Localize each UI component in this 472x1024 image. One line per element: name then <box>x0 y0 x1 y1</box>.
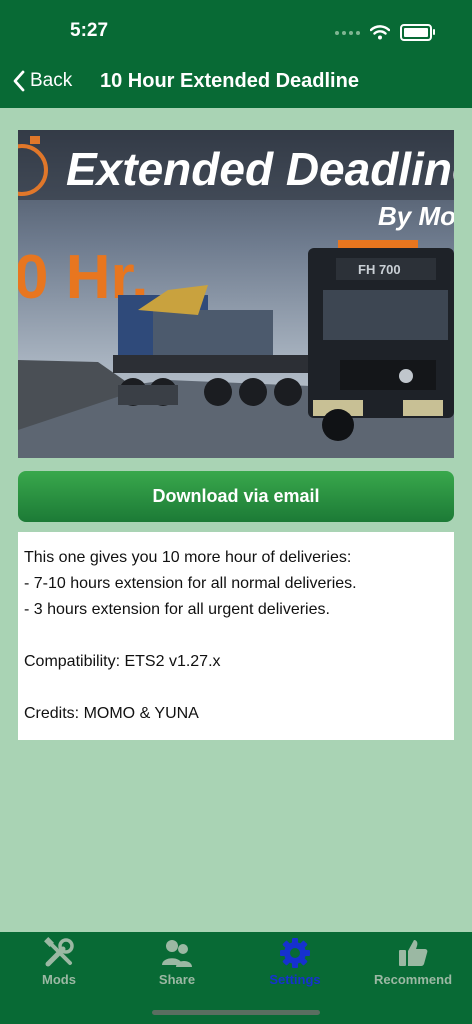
thumbs-up-icon <box>399 940 428 966</box>
back-button[interactable]: Back <box>12 70 72 92</box>
tab-share[interactable]: Share <box>118 936 236 988</box>
status-icons <box>335 24 435 41</box>
tab-label: Recommend <box>373 972 453 987</box>
nav-bar: 5:27 Back 10 Hour Extended Deadline <box>0 0 472 108</box>
tab-label: Share <box>158 972 196 987</box>
cellular-signal-icon <box>335 30 360 35</box>
tab-label: Settings <box>269 972 321 987</box>
tab-settings[interactable]: Settings <box>236 936 354 988</box>
status-time: 5:27 <box>70 20 109 41</box>
tab-label: Mods <box>42 972 76 987</box>
home-indicator <box>152 1010 320 1015</box>
battery-icon <box>400 24 435 41</box>
hero-byline: By Mo <box>378 201 454 231</box>
page-title: 10 Hour Extended Deadline <box>100 70 359 92</box>
download-via-email-button[interactable]: Download via email <box>18 471 454 522</box>
tools-icon <box>44 937 74 967</box>
credits-text: Credits: MOMO & YUNA <box>24 705 199 722</box>
truck-plate: FH 700 <box>358 262 401 277</box>
users-icon <box>162 940 192 967</box>
tab-recommend[interactable]: Recommend <box>354 936 472 988</box>
chevron-left-icon <box>13 70 25 92</box>
hero-headline: Extended Deadline <box>66 143 454 195</box>
description-line: This one gives you 10 more hour of deliv… <box>24 549 352 566</box>
truck-cab: FH 700 <box>308 240 454 441</box>
wifi-icon <box>370 25 390 40</box>
gear-icon <box>280 938 310 968</box>
description-line: - 3 hours extension for all urgent deliv… <box>24 601 330 618</box>
compatibility-text: Compatibility: ETS2 v1.27.x <box>24 653 221 670</box>
description-line: - 7-10 hours extension for all normal de… <box>24 575 357 592</box>
back-label: Back <box>30 70 73 91</box>
tab-mods[interactable]: Mods <box>0 936 118 988</box>
mod-description: This one gives you 10 more hour of deliv… <box>18 532 454 740</box>
mod-preview-image: Extended Deadline By Mo 0 Hr. FH 700 <box>18 130 454 458</box>
